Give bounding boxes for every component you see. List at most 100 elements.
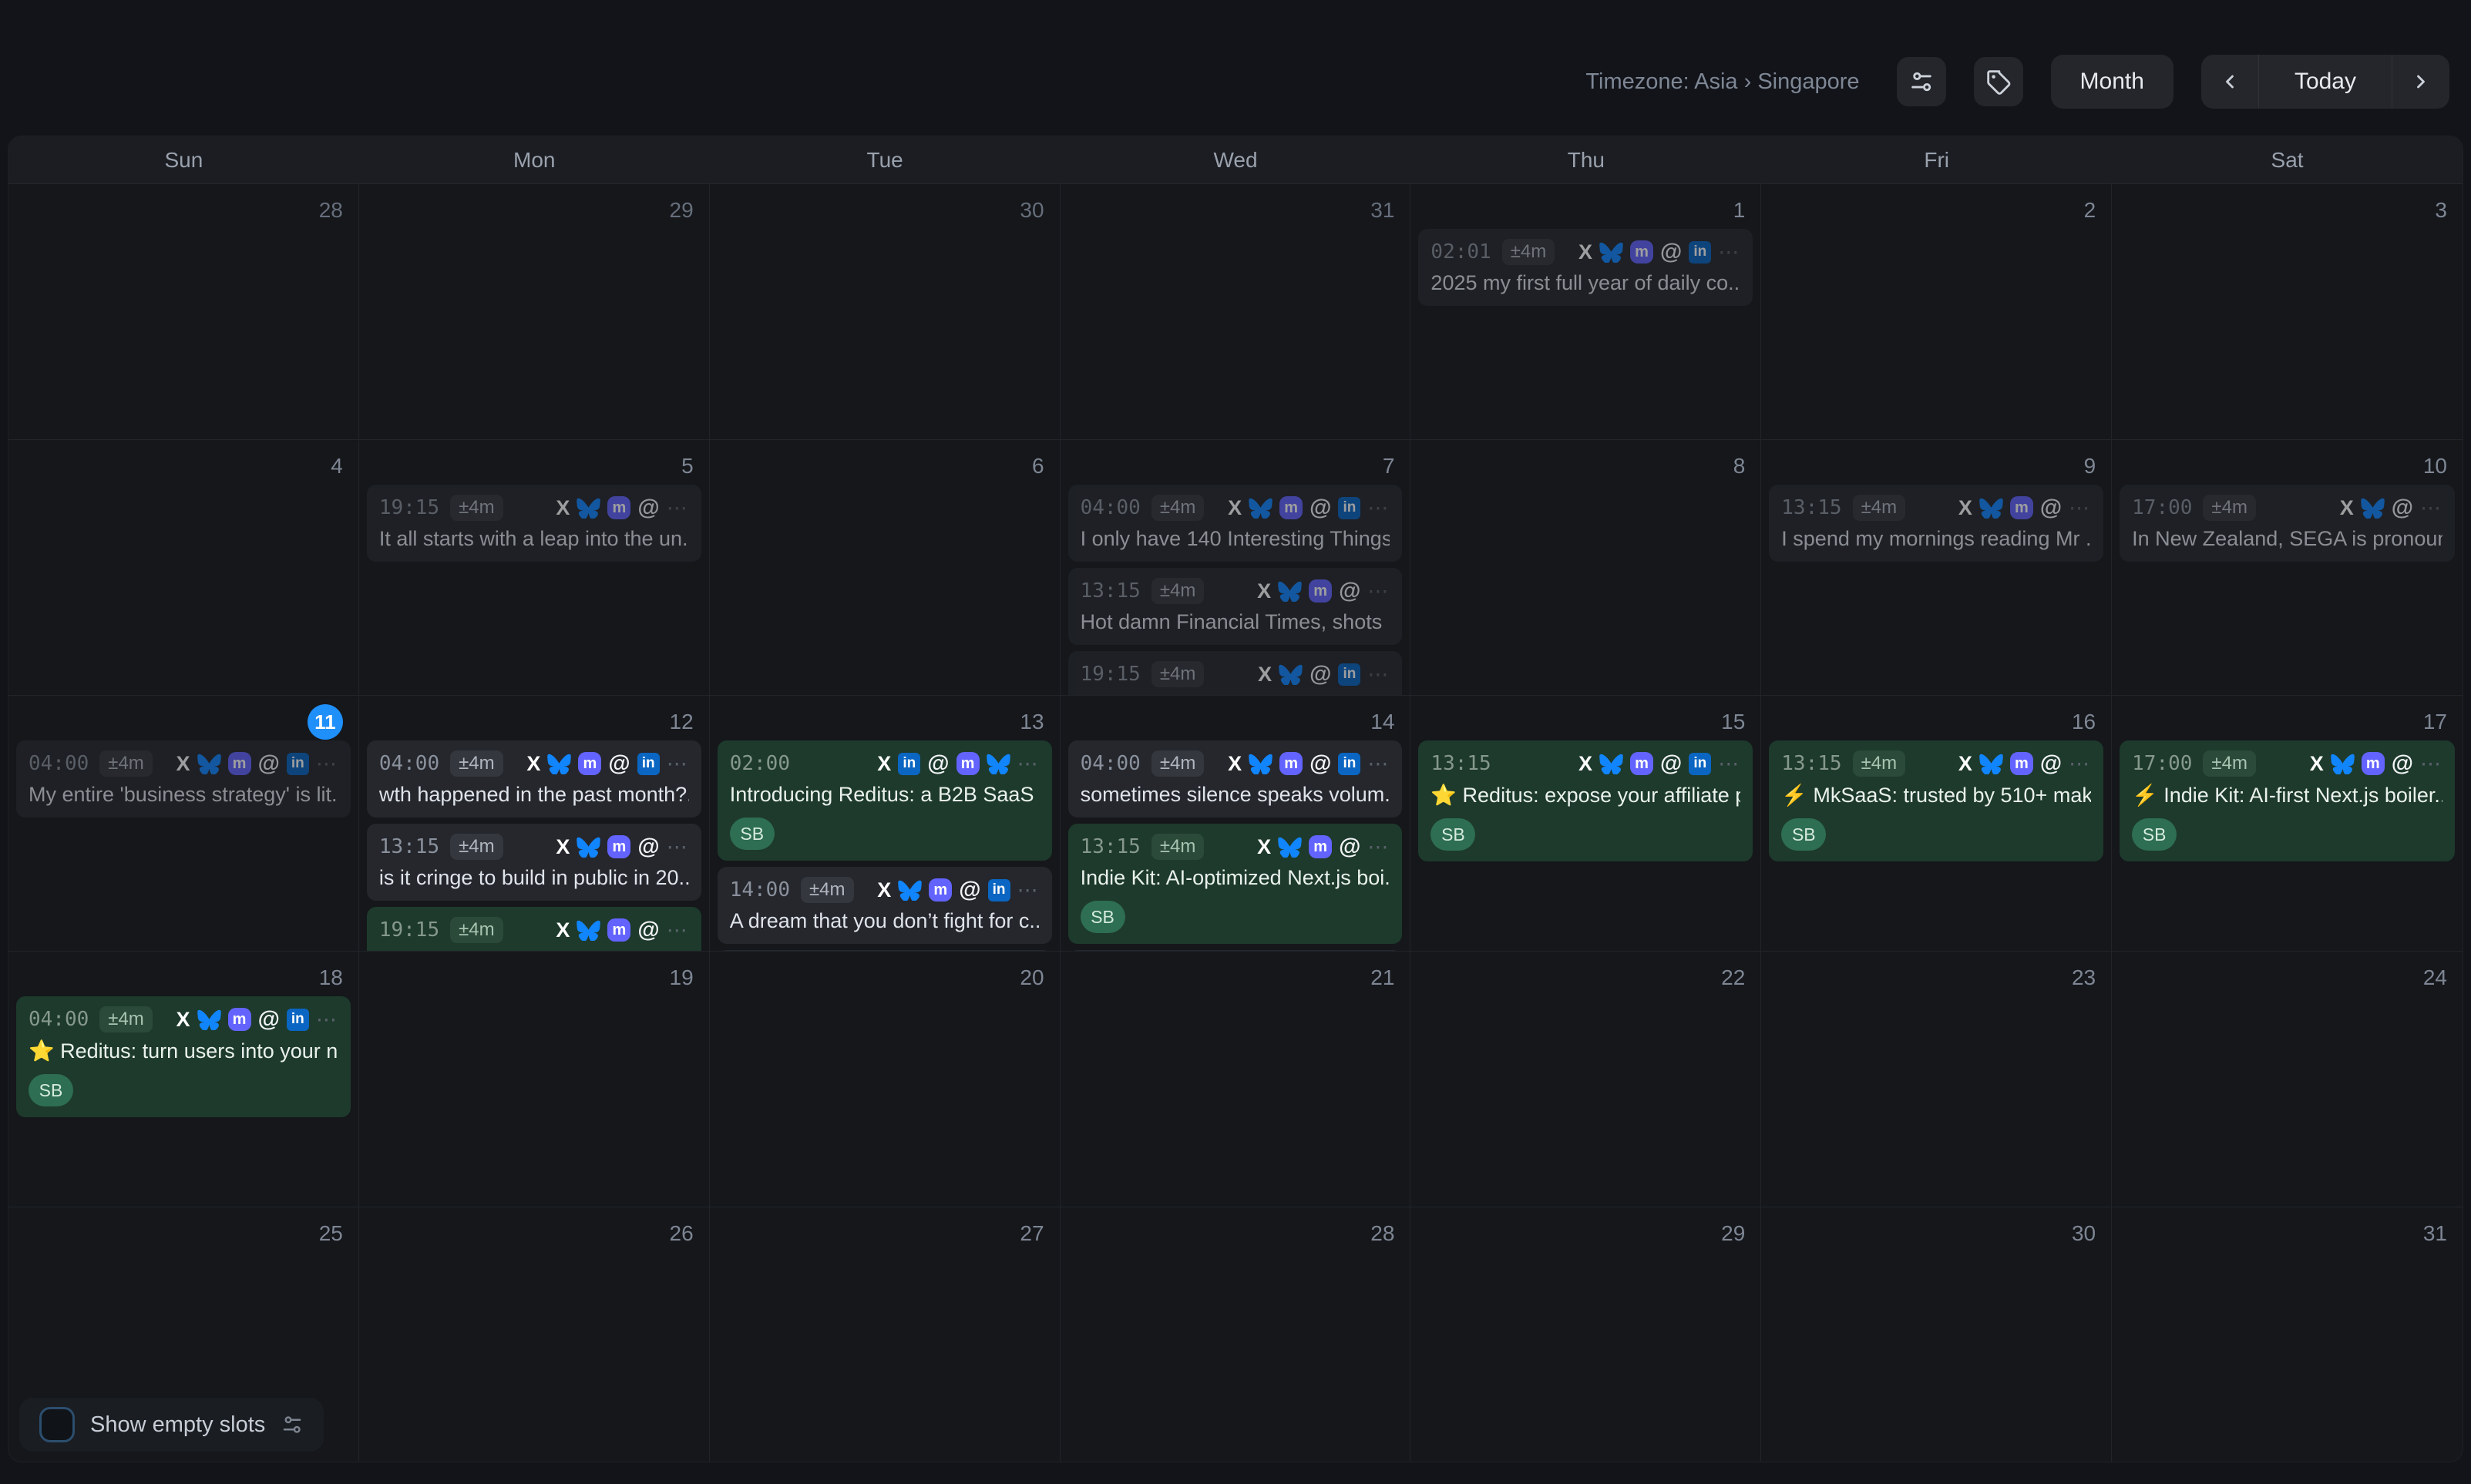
more-options-button[interactable]: ⋯	[1718, 752, 1740, 776]
event-card[interactable]: 04:00±4mXm@in⋯⭐ Reditus: turn users into…	[16, 996, 351, 1117]
day-cell[interactable]: 1804:00±4mXm@in⋯⭐ Reditus: turn users in…	[8, 952, 359, 1207]
day-cell[interactable]: 28	[1061, 1207, 1411, 1462]
bluesky-icon	[577, 836, 600, 858]
more-options-button[interactable]: ⋯	[2420, 496, 2442, 520]
event-time: 14:00	[730, 878, 790, 901]
day-cell[interactable]: 1017:00±4mX@⋯In New Zealand, SEGA is pro…	[2112, 440, 2463, 695]
more-options-button[interactable]: ⋯	[1367, 579, 1390, 603]
week-row: 1804:00±4mXm@in⋯⭐ Reditus: turn users in…	[8, 952, 2463, 1207]
more-options-button[interactable]: ⋯	[1367, 752, 1390, 776]
more-options-button[interactable]: ⋯	[667, 752, 689, 776]
timezone-label: Timezone: Asia › Singapore	[1585, 69, 1859, 95]
event-card[interactable]: 13:15±4mXm@⋯is it cringe to build in pub…	[367, 824, 701, 901]
day-cell[interactable]: 1104:00±4mXm@in⋯My entire 'business stra…	[8, 696, 359, 951]
event-card[interactable]: 13:15±4mXm@⋯⚡ MkSaaS: trusted by 510+ ma…	[1769, 740, 2103, 861]
event-card[interactable]: 13:15±4mXm@⋯Hot damn Financial Times, sh…	[1068, 568, 1403, 645]
day-cell[interactable]: 19	[359, 952, 710, 1207]
day-cell[interactable]: 30	[1761, 1207, 2112, 1462]
event-card[interactable]: 17:00±4mXm@⋯⚡ Indie Kit: AI-first Next.j…	[2120, 740, 2455, 861]
day-cell[interactable]: 1513:15Xm@in⋯⭐ Reditus: expose your affi…	[1410, 696, 1761, 951]
day-cell[interactable]: 1204:00±4mXm@in⋯wth happened in the past…	[359, 696, 710, 951]
next-period-button[interactable]	[2392, 55, 2449, 109]
more-options-button[interactable]: ⋯	[1718, 240, 1740, 264]
more-options-button[interactable]: ⋯	[1017, 878, 1040, 902]
event-card[interactable]: 19:15±4mX@in⋯“Listen to music or sports …	[1068, 651, 1403, 695]
event-card[interactable]: 04:00±4mXm@in⋯I only have 140 Interestin…	[1068, 485, 1403, 562]
day-cell[interactable]: 29	[359, 184, 710, 439]
more-options-button[interactable]: ⋯	[1367, 663, 1390, 687]
event-card[interactable]: 04:00±4mXm@in⋯wth happened in the past m…	[367, 740, 701, 818]
date-number: 23	[1769, 952, 2103, 996]
day-cell[interactable]: 1717:00±4mXm@⋯⚡ Indie Kit: AI-first Next…	[2112, 696, 2463, 951]
day-cell[interactable]: 29	[1410, 1207, 1761, 1462]
date-number: 31	[2120, 1207, 2455, 1252]
day-cell[interactable]: 6	[710, 440, 1061, 695]
day-cell[interactable]: 102:01±4mXm@in⋯2025 my first full year o…	[1410, 184, 1761, 439]
platform-icons: Xm@in⋯	[1578, 751, 1740, 777]
day-cell[interactable]: 28	[8, 184, 359, 439]
day-cell[interactable]: 913:15±4mXm@⋯I spend my mornings reading…	[1761, 440, 2112, 695]
more-options-button[interactable]: ⋯	[1367, 835, 1390, 859]
platform-icons: Xm@⋯	[556, 495, 688, 521]
day-cell[interactable]: 2	[1761, 184, 2112, 439]
event-card[interactable]: 13:15±4mXm@⋯I spend my mornings reading …	[1769, 485, 2103, 562]
slots-settings-icon[interactable]	[281, 1413, 304, 1436]
day-cell[interactable]: 27	[710, 1207, 1061, 1462]
time-offset-badge: ±4m	[2203, 750, 2256, 777]
day-cell[interactable]: 4	[8, 440, 359, 695]
account-avatar: SB	[2132, 818, 2177, 851]
tag-button[interactable]	[1974, 57, 2023, 106]
more-options-button[interactable]: ⋯	[316, 752, 338, 776]
event-card[interactable]: 04:00±4mXm@in⋯sometimes silence speaks v…	[1068, 740, 1403, 818]
event-card-clipped[interactable]	[1068, 950, 1403, 951]
event-card[interactable]: 13:15Xm@in⋯⭐ Reditus: expose your affili…	[1418, 740, 1753, 861]
today-button[interactable]: Today	[2258, 55, 2392, 109]
event-card[interactable]: 02:00Xin@m⋯Introducing Reditus: a B2B Sa…	[718, 740, 1052, 861]
more-options-button[interactable]: ⋯	[1367, 496, 1390, 520]
platform-icons: Xm@⋯	[1958, 751, 2091, 777]
day-cell[interactable]: 3	[2112, 184, 2463, 439]
more-options-button[interactable]: ⋯	[2069, 752, 2091, 776]
more-options-button[interactable]: ⋯	[667, 496, 689, 520]
day-cell[interactable]: 26	[359, 1207, 710, 1462]
event-card-clipped[interactable]	[718, 950, 1052, 951]
event-time: 19:15	[379, 918, 439, 942]
more-options-button[interactable]: ⋯	[667, 835, 689, 859]
day-cell[interactable]: 31	[2112, 1207, 2463, 1462]
more-options-button[interactable]: ⋯	[316, 1008, 338, 1032]
day-cell[interactable]: 704:00±4mXm@in⋯I only have 140 Interesti…	[1061, 440, 1411, 695]
prev-period-button[interactable]	[2201, 55, 2258, 109]
date-number: 25	[16, 1207, 351, 1252]
more-options-button[interactable]: ⋯	[2069, 496, 2091, 520]
day-cell[interactable]: 8	[1410, 440, 1761, 695]
day-cell[interactable]: 31	[1061, 184, 1411, 439]
date-number: 2	[1769, 184, 2103, 229]
day-cell[interactable]: 21	[1061, 952, 1411, 1207]
event-card[interactable]: 14:00±4mXm@in⋯A dream that you don’t fig…	[718, 867, 1052, 944]
day-cell[interactable]: 1302:00Xin@m⋯Introducing Reditus: a B2B …	[710, 696, 1061, 951]
day-cell[interactable]: 1404:00±4mXm@in⋯sometimes silence speaks…	[1061, 696, 1411, 951]
day-cell[interactable]: 1613:15±4mXm@⋯⚡ MkSaaS: trusted by 510+ …	[1761, 696, 2112, 951]
show-empty-slots-checkbox[interactable]	[39, 1407, 75, 1442]
event-card[interactable]: 17:00±4mX@⋯In New Zealand, SEGA is prono…	[2120, 485, 2455, 562]
event-card[interactable]: 13:15±4mXm@⋯Indie Kit: AI-optimized Next…	[1068, 824, 1403, 944]
event-meta: 13:15±4mXm@⋯	[379, 831, 689, 862]
day-cell[interactable]: 24	[2112, 952, 2463, 1207]
day-cell[interactable]: 519:15±4mXm@⋯It all starts with a leap i…	[359, 440, 710, 695]
day-cell[interactable]: 20	[710, 952, 1061, 1207]
event-card[interactable]: 19:15±4mXm@⋯It all starts with a leap in…	[367, 485, 701, 562]
more-options-button[interactable]: ⋯	[1017, 752, 1040, 776]
event-card[interactable]: 02:01±4mXm@in⋯2025 my first full year of…	[1418, 229, 1753, 306]
filter-button[interactable]	[1897, 57, 1946, 106]
more-options-button[interactable]: ⋯	[2420, 752, 2442, 776]
more-options-button[interactable]: ⋯	[667, 918, 689, 942]
view-switcher-month-button[interactable]: Month	[2051, 55, 2173, 109]
day-cell[interactable]: 23	[1761, 952, 2112, 1207]
event-title: ⭐ Reditus: turn users into your n...	[29, 1039, 338, 1063]
day-cell[interactable]: 22	[1410, 952, 1761, 1207]
event-card[interactable]: 19:15±4mXm@⋯Introducing MkSaaS: complete…	[367, 907, 701, 951]
event-title: Hot damn Financial Times, shots ...	[1081, 610, 1390, 634]
x-icon: X	[1257, 835, 1271, 859]
event-card[interactable]: 04:00±4mXm@in⋯My entire 'business strate…	[16, 740, 351, 818]
day-cell[interactable]: 30	[710, 184, 1061, 439]
